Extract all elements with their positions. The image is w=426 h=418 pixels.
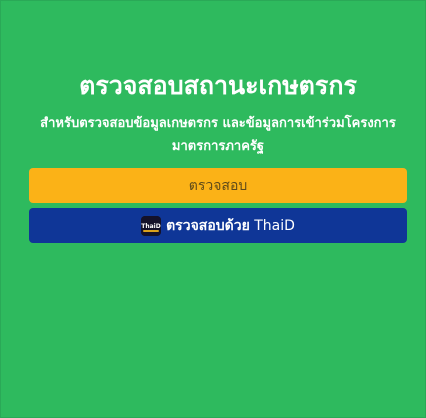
status-check-panel: ตรวจสอบสถานะเกษตรกร สำหรับตรวจสอบข้อมูลเ…: [29, 64, 407, 243]
thaid-button-label: ตรวจสอบด้วย ThaiD: [166, 215, 295, 237]
page-title: ตรวจสอบสถานะเกษตรกร: [79, 71, 357, 100]
thaid-logo-text: ThaiD: [141, 223, 160, 230]
thaid-logo-icon: ThaiD: [141, 215, 162, 236]
page-subtitle: สำหรับตรวจสอบข้อมูลเกษตรกร และข้อมูลการเ…: [40, 116, 396, 154]
thaid-button-brand: ThaiD: [254, 217, 295, 234]
thaid-login-button[interactable]: ThaiD ตรวจสอบด้วย ThaiD: [29, 208, 407, 243]
check-button[interactable]: ตรวจสอบ: [29, 168, 407, 203]
check-button-label: ตรวจสอบ: [188, 177, 248, 194]
thaid-button-prefix: ตรวจสอบด้วย: [166, 217, 250, 234]
